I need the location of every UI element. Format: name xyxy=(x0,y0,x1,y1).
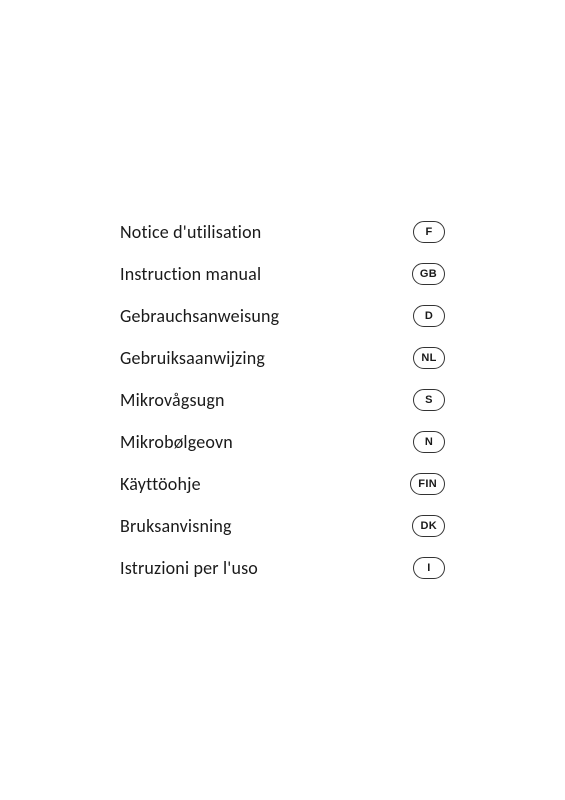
language-badge: D xyxy=(413,305,445,327)
manual-label: Käyttöohje xyxy=(120,473,201,495)
manual-label: Gebrauchsanweisung xyxy=(120,305,279,327)
language-badge: I xyxy=(413,557,445,579)
page-container: Notice d'utilisation F Instruction manual G… xyxy=(0,0,565,800)
manual-label: Mikrobølgeovn xyxy=(120,431,233,453)
list-item: Istruzioni per l'uso I xyxy=(120,547,445,589)
language-badge: F xyxy=(413,221,445,243)
list-item: Mikrobølgeovn N xyxy=(120,421,445,463)
list-item: Gebruiksaanwijzing NL xyxy=(120,337,445,379)
language-badge: NL xyxy=(413,347,445,369)
manual-label: Notice d'utilisation xyxy=(120,221,261,243)
manual-label: Mikrovågsugn xyxy=(120,389,225,411)
list-item: Notice d'utilisation F xyxy=(120,211,445,253)
language-badge: FIN xyxy=(410,473,445,495)
manual-label: Bruksanvisning xyxy=(120,515,232,537)
list-item: Instruction manual GB xyxy=(120,253,445,295)
language-badge: N xyxy=(413,431,445,453)
language-badge: S xyxy=(413,389,445,411)
list-item: Mikrovågsugn S xyxy=(120,379,445,421)
list-item: Gebrauchsanweisung D xyxy=(120,295,445,337)
language-badge: DK xyxy=(412,515,445,537)
manual-list: Notice d'utilisation F Instruction manual G… xyxy=(120,211,445,589)
manual-label: Istruzioni per l'uso xyxy=(120,557,258,579)
list-item: Bruksanvisning DK xyxy=(120,505,445,547)
list-item: Käyttöohje FIN xyxy=(120,463,445,505)
language-badge: GB xyxy=(412,263,445,285)
manual-label: Instruction manual xyxy=(120,263,261,285)
manual-label: Gebruiksaanwijzing xyxy=(120,347,265,369)
